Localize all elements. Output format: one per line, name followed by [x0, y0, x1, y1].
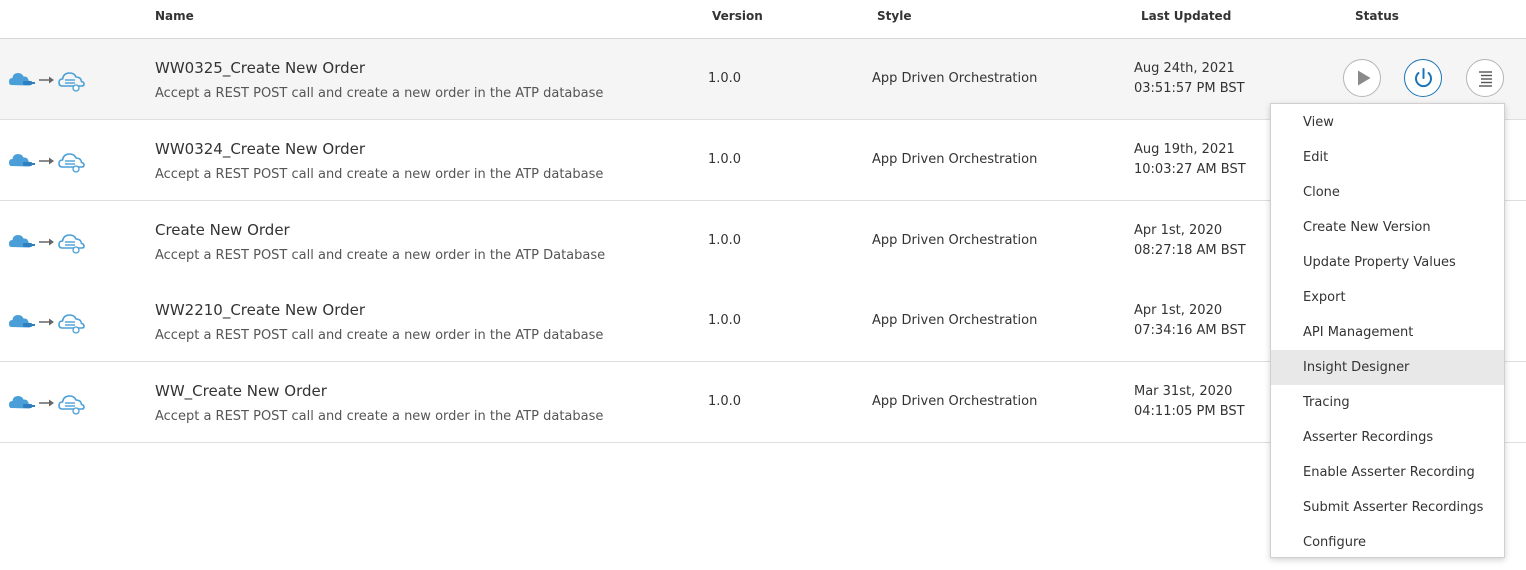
last-updated-date: Apr 1st, 2020 — [1134, 303, 1223, 318]
power-icon — [1415, 68, 1432, 88]
integration-version: 1.0.0 — [708, 313, 742, 328]
actions-menu-button[interactable] — [1466, 59, 1504, 97]
integration-style: App Driven Orchestration — [872, 71, 1038, 86]
integration-style: App Driven Orchestration — [872, 152, 1038, 167]
column-header-last-updated[interactable]: Last Updated — [1141, 9, 1231, 23]
cloud-trigger-icon — [9, 73, 35, 86]
activate-button[interactable] — [1404, 59, 1442, 97]
arrow-right-icon — [39, 399, 54, 407]
column-header-status[interactable]: Status — [1355, 9, 1399, 23]
integration-pattern-icons — [9, 149, 89, 173]
integration-style: App Driven Orchestration — [872, 233, 1038, 248]
arrow-right-icon — [39, 318, 54, 326]
arrow-right-icon — [39, 76, 54, 84]
last-updated-date: Apr 1st, 2020 — [1134, 223, 1223, 238]
last-updated-date: Aug 24th, 2021 — [1134, 61, 1235, 76]
cloud-trigger-icon — [9, 154, 35, 167]
last-updated-date: Mar 31st, 2020 — [1134, 384, 1233, 399]
run-icon — [1358, 70, 1371, 86]
cloud-invoke-icon — [58, 153, 85, 173]
menu-item-export[interactable]: Export — [1271, 280, 1504, 315]
last-updated-time: 07:34:16 AM BST — [1134, 323, 1246, 338]
column-header-style[interactable]: Style — [877, 9, 911, 23]
last-updated-time: 10:03:27 AM BST — [1134, 162, 1246, 177]
integration-version: 1.0.0 — [708, 152, 742, 167]
cloud-invoke-icon — [58, 72, 85, 92]
integration-description: Accept a REST POST call and create a new… — [155, 167, 604, 182]
run-button[interactable] — [1343, 59, 1381, 97]
integration-description: Accept a REST POST call and create a new… — [155, 86, 604, 101]
integration-version: 1.0.0 — [708, 394, 742, 409]
integration-pattern-icons — [9, 230, 89, 254]
integration-version: 1.0.0 — [708, 233, 742, 248]
menu-item-insight-designer[interactable]: Insight Designer — [1271, 350, 1504, 385]
integration-name[interactable]: WW_Create New Order — [155, 382, 327, 400]
column-header-version[interactable]: Version — [712, 9, 763, 23]
last-updated-time: 08:27:18 AM BST — [1134, 243, 1246, 258]
menu-item-clone[interactable]: Clone — [1271, 175, 1504, 210]
menu-item-asserter-recordings[interactable]: Asserter Recordings — [1271, 420, 1504, 455]
last-updated-time: 03:51:57 PM BST — [1134, 81, 1245, 96]
integration-style: App Driven Orchestration — [872, 394, 1038, 409]
column-header-name[interactable]: Name — [155, 9, 194, 23]
menu-item-enable-asserter-recording[interactable]: Enable Asserter Recording — [1271, 455, 1504, 490]
menu-item-submit-asserter-recordings[interactable]: Submit Asserter Recordings — [1271, 490, 1504, 525]
integration-style: App Driven Orchestration — [872, 313, 1038, 328]
arrow-right-icon — [39, 238, 54, 246]
menu-item-view[interactable]: View — [1271, 105, 1504, 140]
cloud-trigger-icon — [9, 235, 35, 248]
integration-name[interactable]: WW2210_Create New Order — [155, 301, 365, 319]
menu-item-create-new-version[interactable]: Create New Version — [1271, 210, 1504, 245]
cloud-invoke-icon — [58, 395, 85, 415]
menu-item-tracing[interactable]: Tracing — [1271, 385, 1504, 420]
integration-pattern-icons — [9, 68, 89, 92]
integration-name[interactable]: Create New Order — [155, 221, 290, 239]
cloud-trigger-icon — [9, 396, 35, 409]
arrow-right-icon — [39, 157, 54, 165]
actions-menu: View Edit Clone Create New Version Updat… — [1270, 103, 1505, 558]
cloud-trigger-icon — [9, 315, 35, 328]
integration-pattern-icons — [9, 391, 89, 415]
integration-description: Accept a REST POST call and create a new… — [155, 248, 606, 263]
integration-description: Accept a REST POST call and create a new… — [155, 409, 604, 424]
integration-description: Accept a REST POST call and create a new… — [155, 328, 604, 343]
integration-name[interactable]: WW0324_Create New Order — [155, 140, 365, 158]
menu-item-configure[interactable]: Configure — [1271, 525, 1504, 560]
integrations-page: Name Version Style Last Updated Status W… — [0, 0, 1526, 570]
integration-name[interactable]: WW0325_Create New Order — [155, 59, 365, 77]
menu-item-update-property-values[interactable]: Update Property Values — [1271, 245, 1504, 280]
table-header: Name Version Style Last Updated Status — [0, 0, 1526, 39]
integration-pattern-icons — [9, 310, 89, 334]
menu-item-edit[interactable]: Edit — [1271, 140, 1504, 175]
menu-item-api-management[interactable]: API Management — [1271, 315, 1504, 350]
cloud-invoke-icon — [58, 314, 85, 334]
integration-version: 1.0.0 — [708, 71, 742, 86]
cloud-invoke-icon — [58, 234, 85, 254]
hamburger-menu-icon — [1479, 71, 1492, 87]
last-updated-time: 04:11:05 PM BST — [1134, 404, 1245, 419]
last-updated-date: Aug 19th, 2021 — [1134, 142, 1235, 157]
